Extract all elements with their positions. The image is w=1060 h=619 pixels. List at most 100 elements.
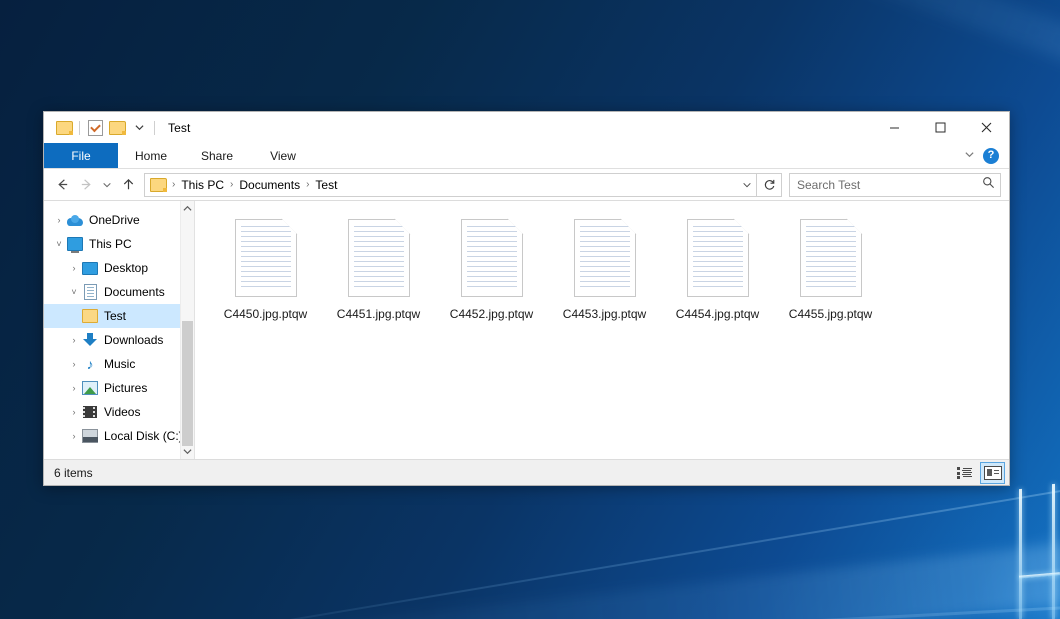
breadcrumb: › This PC › Documents › Test <box>170 178 738 192</box>
sidebar-item-label: This PC <box>89 237 132 251</box>
chevron-right-icon[interactable]: › <box>51 208 67 232</box>
tab-view[interactable]: View <box>250 143 316 168</box>
customize-chevron-icon[interactable] <box>128 117 150 139</box>
generic-document-icon <box>800 219 862 297</box>
maximize-button[interactable] <box>917 112 963 143</box>
search-icon[interactable] <box>982 176 995 194</box>
sidebar-item-label: Music <box>104 357 135 371</box>
help-icon[interactable]: ? <box>983 148 999 164</box>
breadcrumb-folder-icon <box>150 178 167 192</box>
chevron-right-icon[interactable]: › <box>66 256 82 280</box>
search-input[interactable]: Search Test <box>797 178 982 192</box>
ribbon-tab-bar: File Home Share View ? <box>44 143 1009 169</box>
pictures-icon <box>82 380 98 396</box>
scrollbar-thumb[interactable] <box>182 321 193 446</box>
recent-locations-icon[interactable] <box>98 173 116 197</box>
sidebar-item-label: Desktop <box>104 261 148 275</box>
list-item[interactable]: C4454.jpg.ptqw <box>661 217 774 321</box>
list-item[interactable]: C4452.jpg.ptqw <box>435 217 548 321</box>
breadcrumb-item-test[interactable]: Test <box>311 178 341 192</box>
details-view-icon <box>957 467 972 479</box>
tab-file[interactable]: File <box>44 143 118 168</box>
sidebar-item-onedrive[interactable]: › OneDrive <box>44 208 194 232</box>
window-controls <box>871 112 1009 143</box>
sidebar-item-local-disk[interactable]: › Local Disk (C:) <box>44 424 194 448</box>
window-body: › OneDrive ˅ This PC › Desktop ˅ <box>44 200 1009 459</box>
breadcrumb-separator: › <box>170 179 177 190</box>
item-count-label: 6 items <box>54 466 93 480</box>
large-icons-view-button[interactable] <box>980 462 1005 484</box>
minimize-button[interactable] <box>871 112 917 143</box>
sidebar-item-documents[interactable]: ˅ Documents <box>44 280 194 304</box>
sidebar-item-label: Pictures <box>104 381 147 395</box>
address-bar: › This PC › Documents › Test Search <box>44 169 1009 200</box>
forward-button[interactable] <box>74 173 98 197</box>
tab-home[interactable]: Home <box>118 143 184 168</box>
file-list-view[interactable]: C4450.jpg.ptqw C4451.jpg.ptqw C4452.jpg.… <box>195 201 1009 459</box>
tab-share[interactable]: Share <box>184 143 250 168</box>
generic-document-icon <box>461 219 523 297</box>
documents-icon <box>82 284 98 300</box>
chevron-right-icon[interactable]: › <box>66 400 82 424</box>
sidebar-item-downloads[interactable]: › Downloads <box>44 328 194 352</box>
title-bar: Test <box>44 112 1009 143</box>
generic-document-icon <box>235 219 297 297</box>
breadcrumb-separator: › <box>228 179 235 190</box>
chevron-down-icon[interactable]: ˅ <box>51 232 67 256</box>
list-item[interactable]: C4450.jpg.ptqw <box>209 217 322 321</box>
sidebar-item-desktop[interactable]: › Desktop <box>44 256 194 280</box>
window-title: Test <box>168 121 190 135</box>
desktop-background: Test File Home Share View <box>0 0 1060 619</box>
sidebar-item-label: OneDrive <box>89 213 140 227</box>
sidebar-item-music[interactable]: › ♪ Music <box>44 352 194 376</box>
chevron-right-icon[interactable]: › <box>66 352 82 376</box>
ribbon-right-controls: ? <box>964 143 1005 168</box>
windows-logo-pane-line <box>1019 489 1022 619</box>
breadcrumb-bar[interactable]: › This PC › Documents › Test <box>144 173 757 197</box>
qat-divider <box>79 121 80 135</box>
list-item[interactable]: C4455.jpg.ptqw <box>774 217 887 321</box>
status-bar: 6 items <box>44 459 1009 485</box>
folder-icon <box>82 308 98 324</box>
sidebar-item-pictures[interactable]: › Pictures <box>44 376 194 400</box>
quick-access-toolbar <box>44 117 159 139</box>
chevron-right-icon[interactable]: › <box>66 424 82 448</box>
sidebar-item-videos[interactable]: › Videos <box>44 400 194 424</box>
sidebar-item-this-pc[interactable]: ˅ This PC <box>44 232 194 256</box>
refresh-button[interactable] <box>757 173 782 197</box>
new-folder-icon[interactable] <box>106 117 128 139</box>
up-button[interactable] <box>116 173 140 197</box>
search-box[interactable]: Search Test <box>789 173 1001 197</box>
list-item[interactable]: C4451.jpg.ptqw <box>322 217 435 321</box>
generic-document-icon <box>574 219 636 297</box>
local-disk-icon <box>82 428 98 444</box>
this-pc-icon <box>67 236 83 252</box>
file-explorer-window: Test File Home Share View <box>43 111 1010 486</box>
chevron-down-icon[interactable]: ˅ <box>66 280 82 304</box>
breadcrumb-item-documents[interactable]: Documents <box>235 178 304 192</box>
scroll-up-icon[interactable] <box>181 201 194 216</box>
folder-icon[interactable] <box>53 117 75 139</box>
music-icon: ♪ <box>82 356 98 372</box>
close-button[interactable] <box>963 112 1009 143</box>
navigation-scrollbar[interactable] <box>180 201 194 459</box>
address-dropdown-icon[interactable] <box>738 175 756 195</box>
details-view-button[interactable] <box>952 462 977 484</box>
navigation-pane: › OneDrive ˅ This PC › Desktop ˅ <box>44 201 194 459</box>
sidebar-item-label: Videos <box>104 405 140 419</box>
back-button[interactable] <box>50 173 74 197</box>
sidebar-item-label: Documents <box>104 285 165 299</box>
breadcrumb-separator: › <box>304 179 311 190</box>
breadcrumb-item-this-pc[interactable]: This PC <box>177 178 228 192</box>
scrollbar-track[interactable] <box>181 216 194 444</box>
properties-icon[interactable] <box>84 117 106 139</box>
chevron-right-icon[interactable]: › <box>66 328 82 352</box>
chevron-right-icon[interactable]: › <box>66 376 82 400</box>
sidebar-item-label: Local Disk (C:) <box>104 429 183 443</box>
sidebar-item-test[interactable]: Test <box>44 304 194 328</box>
sidebar-item-label: Downloads <box>104 333 163 347</box>
large-icons-view-icon <box>984 466 1002 480</box>
scroll-down-icon[interactable] <box>181 444 194 459</box>
list-item[interactable]: C4453.jpg.ptqw <box>548 217 661 321</box>
expand-ribbon-chevron-icon[interactable] <box>964 147 975 165</box>
